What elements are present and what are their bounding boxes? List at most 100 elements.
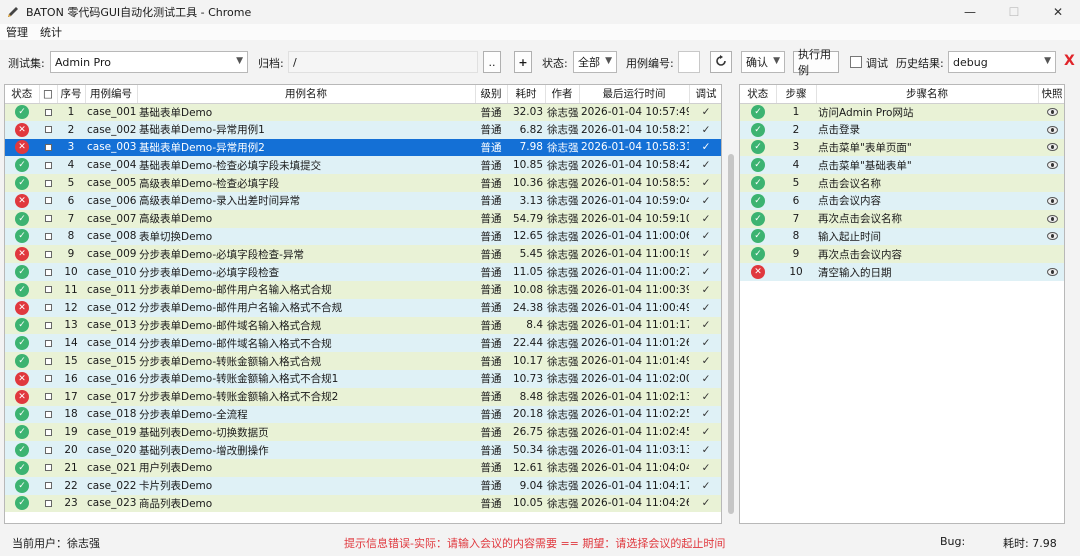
- table-row[interactable]: ✕ 17 case_017 分步表单Demo-转账金额输入格式不合规2 普通 8.48 徐志…: [5, 387, 721, 406]
- table-row[interactable]: ✕ 3 case_003 基础表单Demo-异常用例2 普通 7.98 徐志强 2026-01…: [5, 138, 721, 157]
- case-no-input[interactable]: [678, 51, 700, 73]
- row-checkbox[interactable]: [44, 410, 52, 418]
- status-cell: ✓: [740, 227, 776, 246]
- add-button[interactable]: +: [514, 51, 532, 73]
- menu-stats[interactable]: 统计: [34, 24, 68, 40]
- table-row[interactable]: ✓ 5 case_005 高级表单Demo-检查必填字段 普通 10.36 徐志强 2026-…: [5, 174, 721, 192]
- row-checkbox[interactable]: [44, 179, 52, 187]
- eye-icon[interactable]: [1046, 125, 1058, 134]
- table-row[interactable]: ✓ 1 访问Admin Pro网站: [740, 103, 1064, 121]
- suite-select[interactable]: Admin Pro ▼: [50, 51, 248, 73]
- row-checkbox[interactable]: [44, 375, 52, 383]
- eye-icon[interactable]: [1046, 143, 1058, 152]
- eye-icon[interactable]: [1046, 214, 1058, 223]
- case-col-header[interactable]: 调试: [689, 85, 721, 104]
- step-col-header[interactable]: 状态: [740, 85, 777, 104]
- table-row[interactable]: ✓ 7 case_007 高级表单Demo 普通 54.79 徐志强 2026-01-04 1…: [5, 209, 721, 228]
- menu-manage[interactable]: 管理: [0, 24, 34, 40]
- refresh-button[interactable]: [710, 51, 732, 73]
- case-col-header[interactable]: □: [39, 85, 58, 104]
- table-row[interactable]: ✓ 2 点击登录: [740, 120, 1064, 139]
- table-row[interactable]: ✕ 9 case_009 分步表单Demo-必填字段检查-异常 普通 5.45 徐志强 202…: [5, 245, 721, 264]
- table-row[interactable]: ✓ 7 再次点击会议名称: [740, 209, 1064, 228]
- case-last-run: 2026-01-04 10:57:49: [579, 103, 689, 121]
- table-row[interactable]: ✓ 21 case_021 用户列表Demo 普通 12.61 徐志强 2026-01-04 …: [5, 458, 721, 477]
- table-row[interactable]: ✓ 23 case_023 商品列表Demo 普通 10.05 徐志强 2026-01-04 …: [5, 494, 721, 513]
- row-checkbox[interactable]: [44, 304, 52, 312]
- row-checkbox[interactable]: [44, 464, 52, 472]
- eye-icon[interactable]: [1046, 268, 1058, 277]
- browse-button[interactable]: ..: [483, 51, 501, 73]
- status-select[interactable]: 全部 ▼: [573, 51, 617, 73]
- row-checkbox[interactable]: [44, 428, 52, 436]
- table-row[interactable]: ✓ 8 case_008 表单切换Demo 普通 12.65 徐志强 2026-01-04 1…: [5, 227, 721, 246]
- row-checkbox[interactable]: [44, 446, 52, 454]
- row-checkbox[interactable]: [44, 232, 52, 240]
- eye-icon[interactable]: [1046, 232, 1058, 241]
- case-col-header[interactable]: 耗时: [507, 85, 546, 104]
- table-row[interactable]: ✕ 12 case_012 分步表单Demo-邮件用户名输入格式不合规 普通 24.38 徐…: [5, 298, 721, 317]
- table-row[interactable]: ✓ 11 case_011 分步表单Demo-邮件用户名输入格式合规 普通 10.08 徐志…: [5, 280, 721, 299]
- eye-icon[interactable]: [1046, 196, 1058, 205]
- row-checkbox[interactable]: [44, 339, 52, 347]
- table-row[interactable]: ✓ 15 case_015 分步表单Demo-转账金额输入格式合规 普通 10.17 徐志强…: [5, 352, 721, 370]
- row-checkbox[interactable]: [44, 250, 52, 258]
- step-col-header[interactable]: 步骤: [776, 85, 817, 104]
- minimize-button[interactable]: —: [948, 0, 992, 24]
- row-checkbox[interactable]: [44, 357, 52, 365]
- row-checkbox[interactable]: [44, 393, 52, 401]
- maximize-button[interactable]: ☐: [992, 0, 1036, 24]
- row-checkbox[interactable]: [44, 197, 52, 205]
- table-row[interactable]: ✓ 4 case_004 基础表单Demo-检查必填字段未填提交 普通 10.85 徐志强 2…: [5, 156, 721, 175]
- table-row[interactable]: ✕ 2 case_002 基础表单Demo-异常用例1 普通 6.82 徐志强 2026-01…: [5, 120, 721, 139]
- case-col-header[interactable]: 用例名称: [137, 85, 476, 104]
- table-row[interactable]: ✓ 3 点击菜单"表单页面": [740, 138, 1064, 157]
- table-row[interactable]: ✕ 16 case_016 分步表单Demo-转账金额输入格式不合规1 普通 10.73 徐…: [5, 369, 721, 388]
- table-row[interactable]: ✓ 13 case_013 分步表单Demo-邮件域名输入格式合规 普通 8.4 徐志强 20…: [5, 316, 721, 335]
- row-checkbox[interactable]: [44, 268, 52, 276]
- table-row[interactable]: ✓ 20 case_020 基础列表Demo-增改删操作 普通 50.34 徐志强 2026-…: [5, 441, 721, 459]
- table-row[interactable]: ✕ 10 清空输入的日期: [740, 263, 1064, 281]
- eye-icon[interactable]: [1046, 108, 1058, 117]
- history-select[interactable]: debug ▼: [948, 51, 1056, 73]
- eye-icon[interactable]: [1046, 161, 1058, 170]
- table-row[interactable]: ✓ 14 case_014 分步表单Demo-邮件域名输入格式不合规 普通 22.44 徐志…: [5, 334, 721, 353]
- table-row[interactable]: ✓ 8 输入起止时间: [740, 227, 1064, 246]
- close-button[interactable]: ✕: [1036, 0, 1080, 24]
- case-col-header[interactable]: 状态: [5, 85, 40, 104]
- row-checkbox[interactable]: [44, 161, 52, 169]
- case-col-header[interactable]: 序号: [57, 85, 86, 104]
- table-row[interactable]: ✓ 4 点击菜单"基础表单": [740, 156, 1064, 175]
- table-row[interactable]: ✓ 5 点击会议名称: [740, 174, 1064, 192]
- table-row[interactable]: ✓ 1 case_001 基础表单Demo 普通 32.03 徐志强 2026-01-04 1…: [5, 103, 721, 121]
- row-checkbox[interactable]: [44, 215, 52, 223]
- case-author: 徐志强: [545, 369, 579, 388]
- case-col-header[interactable]: 用例编号: [85, 85, 138, 104]
- case-col-header[interactable]: 作者: [545, 85, 580, 104]
- table-row[interactable]: ✓ 6 点击会议内容: [740, 191, 1064, 210]
- row-checkbox[interactable]: [44, 482, 52, 490]
- archive-input[interactable]: /: [288, 51, 478, 73]
- case-level: 普通: [475, 441, 507, 459]
- confirm-select[interactable]: 确认 ▼: [741, 51, 785, 73]
- case-col-header[interactable]: 最后运行时间: [579, 85, 690, 104]
- row-checkbox[interactable]: [44, 143, 52, 151]
- row-checkbox[interactable]: [44, 108, 52, 116]
- table-row[interactable]: ✓ 9 再次点击会议内容: [740, 245, 1064, 264]
- row-checkbox[interactable]: [44, 286, 52, 294]
- table-row[interactable]: ✓ 19 case_019 基础列表Demo-切换数据页 普通 26.75 徐志强 2026-…: [5, 423, 721, 442]
- run-case-button[interactable]: 执行用例: [793, 48, 839, 77]
- case-col-header[interactable]: 级别: [475, 85, 508, 104]
- table-row[interactable]: ✓ 18 case_018 分步表单Demo-全流程 普通 20.18 徐志强 2026-01…: [5, 405, 721, 424]
- debug-checkbox[interactable]: [850, 56, 862, 68]
- table-row[interactable]: ✓ 22 case_022 卡片列表Demo 普通 9.04 徐志强 2026-01-04 1…: [5, 476, 721, 495]
- row-checkbox[interactable]: [44, 126, 52, 134]
- step-col-header[interactable]: 步骤名称: [816, 85, 1039, 104]
- table-row[interactable]: ✕ 6 case_006 高级表单Demo-录入出差时间异常 普通 3.13 徐志强 2026…: [5, 191, 721, 210]
- row-checkbox[interactable]: [44, 499, 52, 507]
- table-row[interactable]: ✓ 10 case_010 分步表单Demo-必填字段检查 普通 11.05 徐志强 2026…: [5, 263, 721, 281]
- clear-history-button[interactable]: X: [1064, 53, 1075, 69]
- row-checkbox[interactable]: [44, 321, 52, 329]
- step-col-header[interactable]: 快照: [1038, 85, 1064, 104]
- case-table-scrollbar[interactable]: [728, 154, 734, 514]
